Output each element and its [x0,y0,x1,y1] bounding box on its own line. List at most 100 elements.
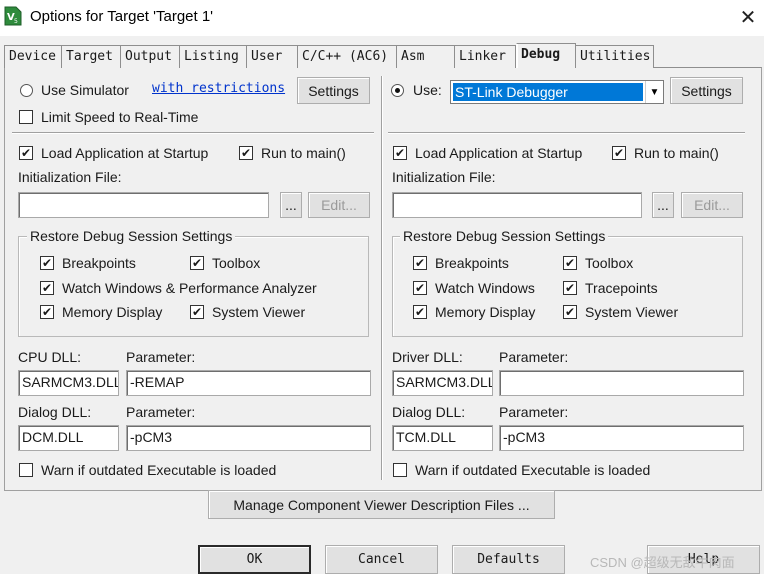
debugger-settings-button[interactable]: Settings [670,77,743,104]
right-warn-checkbox[interactable] [393,463,407,477]
tab-debug[interactable]: Debug [516,43,576,68]
left-dialog-dll-input[interactable]: DCM.DLL [18,425,119,451]
driver-dll-input[interactable]: SARMCM3.DLL [392,370,493,396]
manage-component-viewer-button[interactable]: Manage Component Viewer Description File… [208,490,555,519]
simulator-settings-button[interactable]: Settings [297,77,370,104]
debugger-select[interactable]: ST-Link Debugger ▼ [450,80,664,104]
right-init-file-input[interactable] [392,192,642,218]
check-icon: ✔ [20,146,32,160]
left-watch-label: Watch Windows & Performance Analyzer [62,280,317,296]
driver-dll-label: Driver DLL: [392,349,463,365]
right-memory-label: Memory Display [435,304,536,320]
right-dialog-param-input[interactable]: -pCM3 [499,425,744,451]
cpu-dll-label: CPU DLL: [18,349,82,365]
tab-linker[interactable]: Linker [455,45,516,68]
left-init-file-input[interactable] [18,192,269,218]
check-icon: ✔ [613,146,625,160]
left-load-app-checkbox[interactable]: ✔ [19,146,33,160]
check-icon: ✔ [414,281,426,295]
right-separator [388,132,745,134]
window-title: Options for Target 'Target 1' [30,8,214,25]
right-watch-label: Watch Windows [435,280,535,296]
right-breakpoints-label: Breakpoints [435,255,509,271]
left-system-viewer-checkbox[interactable]: ✔ [190,305,204,319]
ok-button[interactable]: OK [198,545,311,574]
tab-utilities[interactable]: Utilities [576,45,654,68]
right-run-to-main-label: Run to main() [634,145,719,161]
left-watch-checkbox[interactable]: ✔ [40,281,54,295]
check-icon: ✔ [191,256,203,270]
right-tracepoints-checkbox[interactable]: ✔ [563,281,577,295]
left-browse-button[interactable]: ... [280,192,302,218]
right-restore-group-title: Restore Debug Session Settings [400,228,609,244]
right-watch-checkbox[interactable]: ✔ [413,281,427,295]
check-icon: ✔ [41,305,53,319]
left-system-viewer-label: System Viewer [212,304,306,320]
left-run-to-main-checkbox[interactable]: ✔ [239,146,253,160]
driver-param-label: Parameter: [499,349,569,365]
left-dialog-param-input[interactable]: -pCM3 [126,425,371,451]
left-restore-group-title: Restore Debug Session Settings [27,228,236,244]
chevron-down-icon[interactable]: ▼ [645,81,663,103]
limit-speed-checkbox[interactable] [19,110,33,124]
left-warn-checkbox[interactable] [19,463,33,477]
limit-speed-label: Limit Speed to Real-Time [41,109,199,125]
left-dialog-param-label: Parameter: [126,404,196,420]
right-load-app-checkbox[interactable]: ✔ [393,146,407,160]
check-icon: ✔ [41,281,53,295]
tab-strip: Device Target Output Listing User C/C++ … [4,43,654,68]
tab-asm[interactable]: Asm [397,45,455,68]
tab-user[interactable]: User [247,45,298,68]
left-toolbox-checkbox[interactable]: ✔ [190,256,204,270]
debugger-select-value: ST-Link Debugger [453,83,643,101]
cpu-param-input[interactable]: -REMAP [126,370,371,396]
left-init-file-label: Initialization File: [18,169,122,185]
right-toolbox-checkbox[interactable]: ✔ [563,256,577,270]
right-memory-checkbox[interactable]: ✔ [413,305,427,319]
left-dialog-dll-label: Dialog DLL: [18,404,92,420]
defaults-button[interactable]: Defaults [452,545,565,574]
cancel-button[interactable]: Cancel [325,545,438,574]
svg-text:5: 5 [14,18,18,25]
tab-target[interactable]: Target [62,45,121,68]
close-icon[interactable]: ✕ [735,4,761,30]
check-icon: ✔ [394,146,406,160]
right-breakpoints-checkbox[interactable]: ✔ [413,256,427,270]
left-memory-checkbox[interactable]: ✔ [40,305,54,319]
check-icon: ✔ [41,256,53,270]
use-debugger-radio[interactable] [391,84,404,97]
use-simulator-radio[interactable] [20,84,33,97]
right-toolbox-label: Toolbox [585,255,634,271]
right-run-to-main-checkbox[interactable]: ✔ [612,146,626,160]
with-restrictions-link[interactable]: with restrictions [152,81,285,96]
use-simulator-label: Use Simulator [41,82,129,98]
cpu-param-label: Parameter: [126,349,196,365]
radio-dot-icon [395,88,400,93]
right-dialog-param-label: Parameter: [499,404,569,420]
right-dialog-dll-input[interactable]: TCM.DLL [392,425,493,451]
tab-device[interactable]: Device [4,45,62,68]
left-run-to-main-label: Run to main() [261,145,346,161]
tab-cc-ac6[interactable]: C/C++ (AC6) [298,45,397,68]
keil-app-icon: V 5 [4,6,22,26]
left-load-app-label: Load Application at Startup [41,145,209,161]
right-load-app-label: Load Application at Startup [415,145,583,161]
left-edit-button[interactable]: Edit... [308,192,370,218]
left-toolbox-label: Toolbox [212,255,261,271]
right-edit-button[interactable]: Edit... [681,192,743,218]
watermark: CSDN @超级无敌牛肉面 [590,555,735,570]
check-icon: ✔ [564,281,576,295]
driver-param-input[interactable] [499,370,744,396]
left-breakpoints-checkbox[interactable]: ✔ [40,256,54,270]
cpu-dll-input[interactable]: SARMCM3.DLL [18,370,119,396]
use-debugger-label: Use: [413,82,442,98]
tab-listing[interactable]: Listing [180,45,247,68]
right-system-viewer-checkbox[interactable]: ✔ [563,305,577,319]
right-system-viewer-label: System Viewer [585,304,679,320]
tab-output[interactable]: Output [121,45,180,68]
check-icon: ✔ [191,305,203,319]
right-warn-label: Warn if outdated Executable is loaded [415,462,651,478]
check-icon: ✔ [240,146,252,160]
left-separator [12,132,374,134]
right-browse-button[interactable]: ... [652,192,674,218]
